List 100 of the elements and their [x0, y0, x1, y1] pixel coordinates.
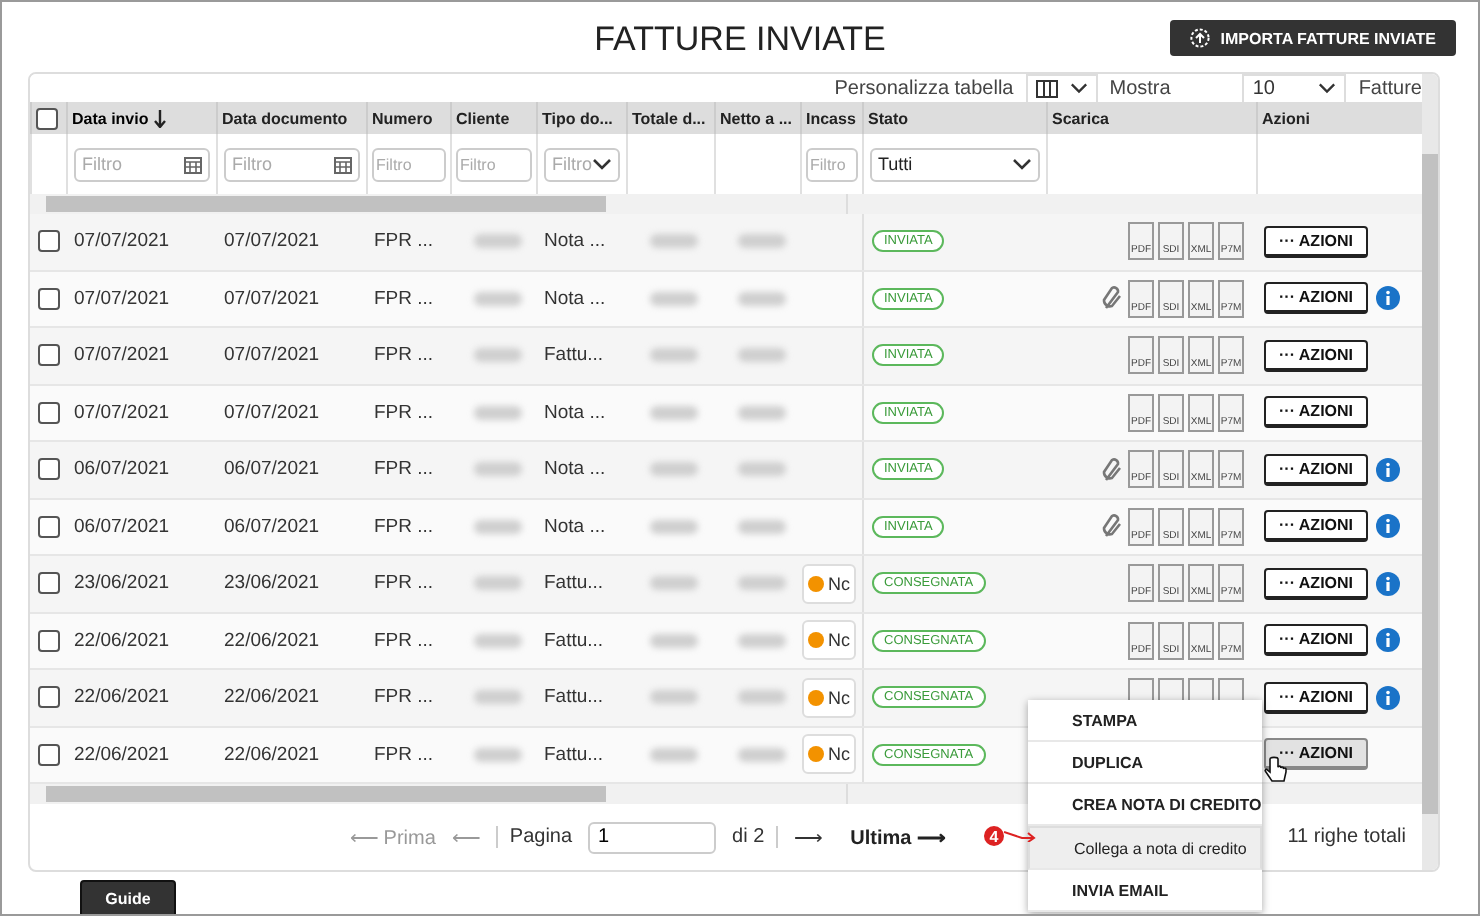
column-header[interactable]: Cliente: [456, 109, 510, 127]
warning-icon: [808, 575, 824, 592]
info-icon[interactable]: [1376, 571, 1400, 596]
table-cell: 22/06/2021: [74, 629, 170, 652]
table-cell: 22/06/2021: [224, 686, 320, 709]
table-cell: 22/06/2021: [74, 686, 170, 709]
column-header[interactable]: Data invio: [72, 109, 149, 127]
actions-button[interactable]: ··· AZIONI: [1264, 510, 1368, 543]
column-header[interactable]: Incass: [806, 109, 856, 127]
table-cell: FPR ...: [374, 743, 434, 766]
table-cell: 07/07/2021: [74, 287, 170, 310]
actions-button[interactable]: ··· AZIONI: [1264, 681, 1368, 714]
blurred-value: [650, 234, 698, 249]
actions-button[interactable]: ··· AZIONI: [1264, 624, 1368, 657]
warning-icon: [808, 746, 824, 763]
select-all-checkbox[interactable]: [36, 107, 58, 129]
actions-button[interactable]: ··· AZIONI: [1264, 396, 1368, 429]
menu-item[interactable]: STAMPA: [1028, 700, 1262, 742]
table-cell: Nota ...: [544, 287, 606, 310]
column-header[interactable]: Numero: [372, 109, 433, 127]
info-icon[interactable]: [1376, 514, 1400, 539]
actions-button[interactable]: ··· AZIONI: [1264, 282, 1368, 315]
blurred-value: [737, 747, 785, 762]
import-button[interactable]: IMPORTA FATTURE INVIATE: [1170, 20, 1456, 56]
page-input[interactable]: 1: [588, 821, 717, 853]
column-header[interactable]: Totale d...: [632, 109, 706, 127]
column-header[interactable]: Data documento: [222, 109, 348, 127]
page-label: Pagina: [495, 826, 573, 848]
page-size-dropdown[interactable]: 10: [1242, 74, 1347, 102]
filter-dropdown[interactable]: Tutti: [870, 147, 1040, 181]
blurred-value: [650, 633, 698, 648]
blurred-value: [737, 234, 785, 249]
last-page-link[interactable]: Ultima ⟶: [850, 825, 946, 849]
row-checkbox[interactable]: [38, 287, 60, 310]
column-header[interactable]: Stato: [868, 109, 908, 127]
row-checkbox[interactable]: [38, 629, 60, 652]
paperclip-icon[interactable]: [1100, 455, 1124, 484]
menu-item[interactable]: CREA NOTA DI CREDITO: [1028, 784, 1262, 826]
calendar-icon[interactable]: [184, 155, 202, 173]
table-cell: 06/07/2021: [224, 515, 320, 538]
actions-button[interactable]: ··· AZIONI: [1264, 567, 1368, 600]
blurred-value: [737, 291, 785, 306]
table-cell: 06/07/2021: [74, 458, 170, 481]
row-checkbox[interactable]: [38, 572, 60, 595]
menu-item[interactable]: DUPLICA: [1028, 742, 1262, 784]
row-checkbox[interactable]: [38, 686, 60, 709]
blurred-value: [650, 462, 698, 477]
blurred-value: [650, 576, 698, 591]
row-checkbox[interactable]: [38, 230, 60, 253]
column-header[interactable]: Azioni: [1262, 109, 1310, 127]
column-header[interactable]: Scarica: [1052, 109, 1109, 127]
actions-button[interactable]: ··· AZIONI: [1264, 225, 1368, 258]
blurred-value: [473, 462, 521, 477]
blurred-value: [737, 462, 785, 477]
toolbar-label: Mostra: [1109, 77, 1171, 99]
guide-tab[interactable]: Guide: [80, 880, 176, 916]
upload-icon: [1190, 28, 1211, 48]
blurred-value: [473, 633, 521, 648]
info-icon[interactable]: [1376, 286, 1400, 311]
info-icon[interactable]: [1376, 457, 1400, 482]
table-cell: 22/06/2021: [74, 743, 170, 766]
arrow-icon: [1004, 830, 1036, 842]
sort-arrow-icon[interactable]: [154, 109, 167, 127]
payment-status: Nc: [802, 563, 856, 604]
table-cell: 07/07/2021: [74, 401, 170, 424]
row-checkbox[interactable]: [38, 344, 60, 367]
actions-button[interactable]: ··· AZIONI: [1264, 453, 1368, 486]
table-cell: FPR ...: [374, 629, 434, 652]
row-checkbox[interactable]: [38, 743, 60, 766]
next-page-link[interactable]: ⟶: [794, 825, 823, 849]
table-cell: 07/07/2021: [74, 344, 170, 367]
blurred-value: [650, 291, 698, 306]
blurred-value: [650, 747, 698, 762]
paperclip-icon[interactable]: [1100, 284, 1124, 313]
blurred-value: [737, 348, 785, 363]
step-number-badge: 4: [984, 826, 1004, 846]
blurred-value: [473, 747, 521, 762]
chevron-down-icon: [592, 158, 612, 170]
columns-dropdown[interactable]: [1025, 74, 1098, 102]
columns-icon: [1035, 79, 1058, 97]
row-checkbox[interactable]: [38, 401, 60, 424]
vertical-scrollbar[interactable]: [1422, 74, 1438, 870]
row-checkbox[interactable]: [38, 458, 60, 481]
column-header[interactable]: Tipo do...: [542, 109, 613, 127]
blurred-value: [650, 519, 698, 534]
chevron-down-icon: [1012, 158, 1032, 170]
menu-item[interactable]: Collega a nota di credito: [1028, 826, 1262, 870]
column-header[interactable]: Netto a ...: [720, 109, 793, 127]
info-icon[interactable]: [1376, 628, 1400, 653]
info-icon[interactable]: [1376, 685, 1400, 710]
paperclip-icon[interactable]: [1100, 512, 1124, 541]
blurred-value: [650, 405, 698, 420]
table-cell: Nota ...: [544, 401, 606, 424]
table-cell: FPR ...: [374, 344, 434, 367]
menu-item[interactable]: INVIA EMAIL: [1028, 870, 1262, 912]
row-checkbox[interactable]: [38, 515, 60, 538]
actions-button[interactable]: ··· AZIONI: [1264, 339, 1368, 372]
table-cell: 07/07/2021: [224, 344, 320, 367]
calendar-icon[interactable]: [334, 155, 352, 173]
blurred-value: [737, 576, 785, 591]
